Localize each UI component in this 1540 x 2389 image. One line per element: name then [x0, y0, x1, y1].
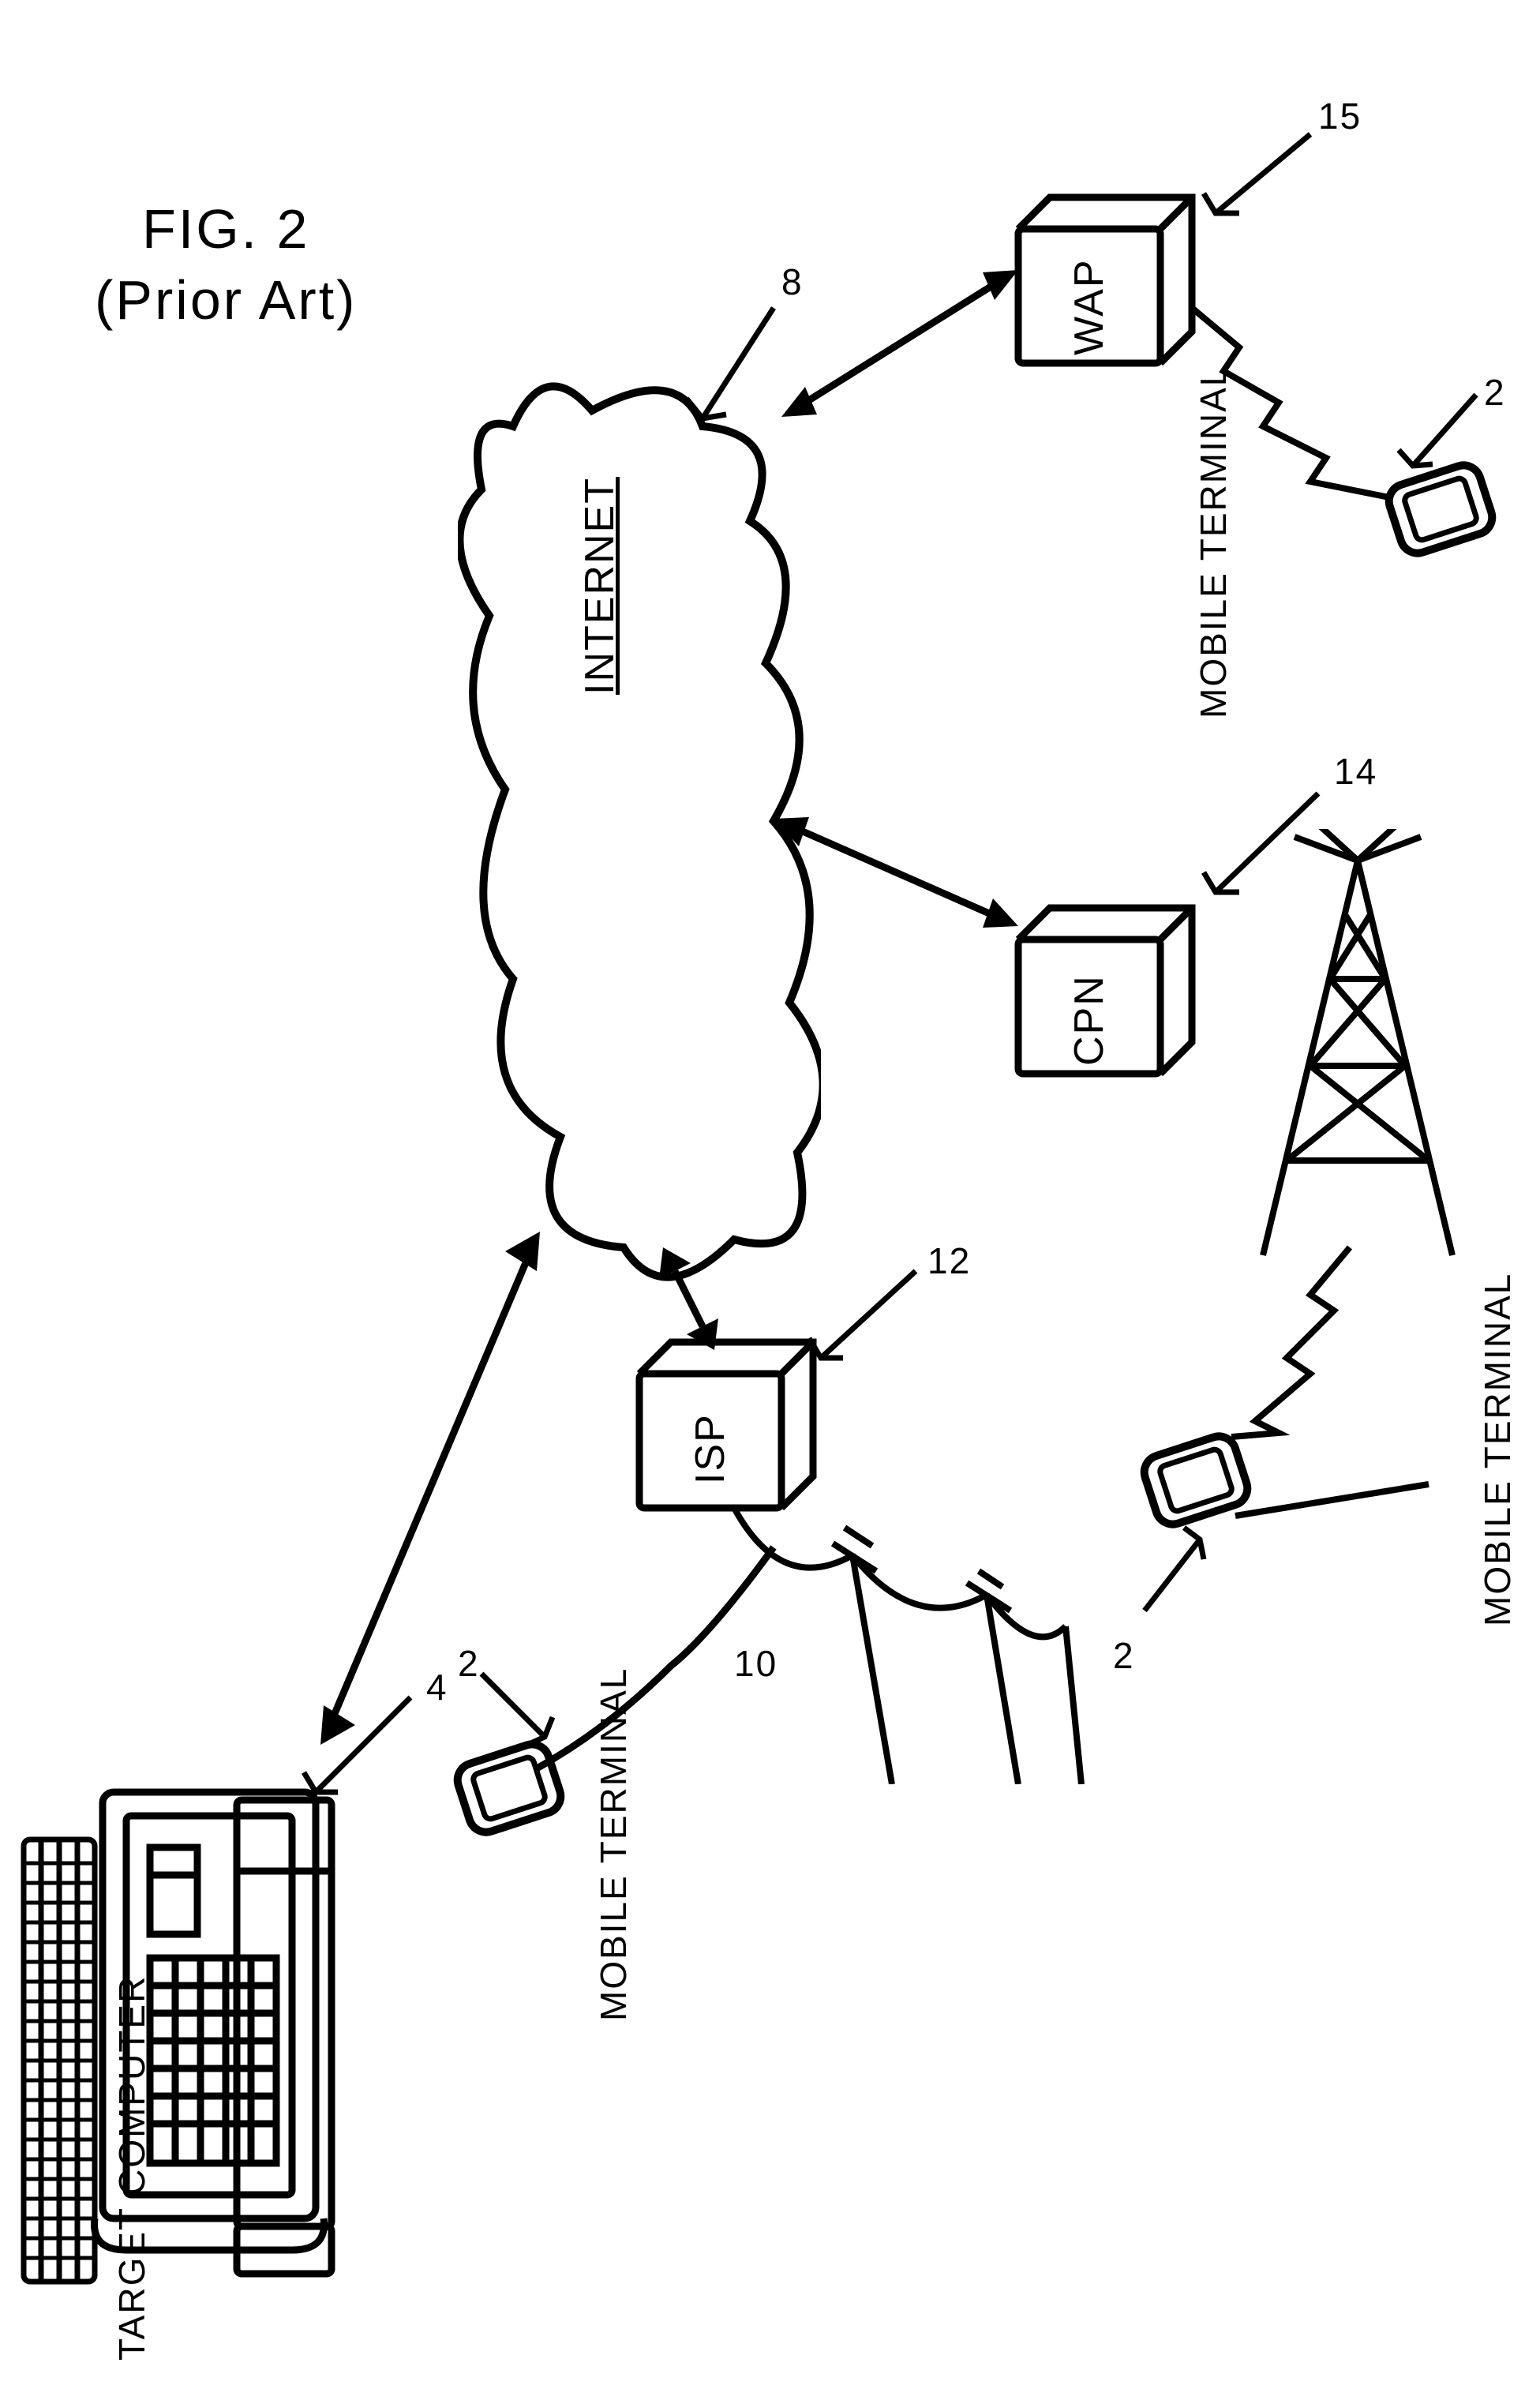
arrow-isp-internet: [639, 1247, 742, 1350]
internet-cloud: [458, 379, 821, 1287]
figure-title: FIG. 2: [142, 197, 309, 261]
cpn-label: CPN: [1066, 974, 1113, 1066]
callout-wap: 15: [1318, 95, 1362, 137]
target-computer-label: TARGET COMPUTER: [111, 1975, 153, 2361]
callout-cpn: 14: [1334, 750, 1377, 793]
target-computer-keyboard: [16, 1832, 103, 2297]
wap-label: WAP: [1066, 258, 1113, 355]
figure-subtitle: (Prior Art): [95, 268, 357, 332]
arrow-cpn-internet: [774, 805, 1018, 939]
callout-target: 4: [426, 1666, 448, 1708]
arrow-wap-internet: [781, 245, 1018, 442]
cell-tower: [1208, 829, 1508, 1287]
mobile-label-cpn: MOBILE TERMINAL: [1476, 1273, 1519, 1626]
mobile-label-wap: MOBILE TERMINAL: [1192, 365, 1235, 718]
callout-arrow-mobile-cpn: [1129, 1524, 1255, 1650]
mobile-label-isp: MOBILE TERMINAL: [592, 1667, 635, 2021]
diagram-canvas: FIG. 2 (Prior Art) INTERNET 8 WAP 15: [0, 0, 1540, 2389]
callout-cable: 10: [734, 1642, 777, 1685]
lead-mobile-cpn: [1231, 1476, 1437, 1540]
wireless-cpn: [1223, 1240, 1389, 1445]
target-computer-tower: [213, 1784, 355, 2290]
callout-isp: 12: [927, 1240, 971, 1282]
callout-mobile-cpn: 2: [1113, 1634, 1135, 1677]
internet-label: INTERNET: [576, 477, 624, 695]
callout-mobile-wap: 2: [1484, 371, 1506, 414]
